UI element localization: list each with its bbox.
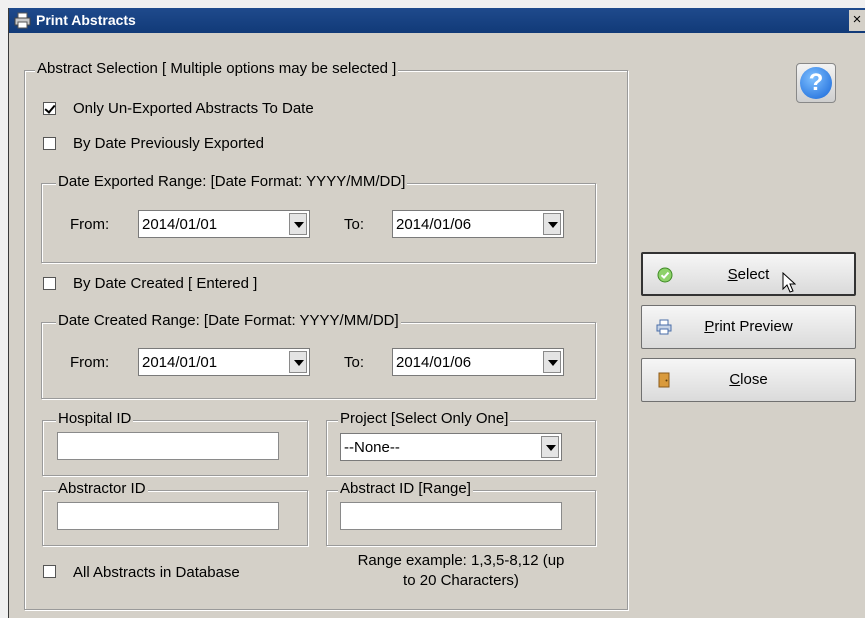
window-title: Print Abstracts: [36, 12, 136, 28]
abstractor-id-legend: Abstractor ID: [56, 480, 148, 497]
select-button-label: Select: [727, 266, 770, 283]
select-button[interactable]: Select: [641, 252, 856, 296]
project-select-value: --None--: [344, 439, 400, 456]
abstract-id-range-legend: Abstract ID [Range]: [338, 480, 473, 497]
all-abstracts-label[interactable]: All Abstracts in Database: [73, 564, 240, 581]
abstract-selection-legend: Abstract Selection [ Multiple options ma…: [35, 60, 399, 77]
title-bar[interactable]: Print Abstracts ×: [9, 8, 865, 33]
print-preview-button-label: Print Preview: [704, 318, 793, 335]
range-example-note: Range example: 1,3,5-8,12 (up to 20 Char…: [319, 551, 603, 591]
exported-to-date-combo[interactable]: 2014/01/06: [392, 210, 564, 238]
help-button[interactable]: ?: [796, 63, 836, 103]
project-legend: Project [Select Only One]: [338, 410, 511, 427]
created-from-value: 2014/01/01: [142, 354, 218, 371]
only-unexported-checkbox[interactable]: [43, 102, 56, 115]
date-exported-range-legend: Date Exported Range: [Date Format: YYYY/…: [56, 173, 408, 190]
abstractor-id-input[interactable]: [57, 502, 279, 530]
range-note-line-1: Range example: 1,3,5-8,12 (up: [357, 552, 565, 569]
exported-from-date-combo[interactable]: 2014/01/01: [138, 210, 310, 238]
exported-from-label: From:: [70, 216, 110, 233]
chevron-down-icon[interactable]: [289, 213, 307, 235]
created-from-date-combo[interactable]: 2014/01/01: [138, 348, 310, 376]
chevron-down-icon[interactable]: [541, 436, 559, 458]
print-abstracts-window: Print Abstracts × Abstract Selection [ M…: [8, 8, 865, 618]
exported-to-value: 2014/01/06: [396, 216, 472, 233]
project-select[interactable]: --None--: [340, 433, 562, 461]
help-icon: ?: [800, 67, 832, 99]
range-note-line-2: to 20 Characters): [403, 572, 519, 589]
chevron-down-icon[interactable]: [543, 213, 561, 235]
created-to-date-combo[interactable]: 2014/01/06: [392, 348, 564, 376]
exported-to-label: To:: [344, 216, 365, 233]
by-date-created-label[interactable]: By Date Created [ Entered ]: [73, 275, 257, 292]
only-unexported-label[interactable]: Only Un-Exported Abstracts To Date: [73, 100, 314, 117]
print-preview-button[interactable]: Print Preview: [641, 305, 856, 349]
by-date-created-checkbox[interactable]: [43, 277, 56, 290]
hospital-id-legend: Hospital ID: [56, 410, 134, 427]
by-date-exported-checkbox[interactable]: [43, 137, 56, 150]
created-to-value: 2014/01/06: [396, 354, 472, 371]
mouse-cursor-icon: [782, 272, 796, 293]
window-close-button[interactable]: ×: [849, 10, 865, 31]
created-from-label: From:: [70, 354, 110, 371]
exported-from-value: 2014/01/01: [142, 216, 218, 233]
chevron-down-icon[interactable]: [543, 351, 561, 373]
printer-icon: [14, 12, 31, 29]
chevron-down-icon[interactable]: [289, 351, 307, 373]
date-created-range-legend: Date Created Range: [Date Format: YYYY/M…: [56, 312, 401, 329]
created-to-label: To:: [344, 354, 365, 371]
close-button-label: Close: [729, 371, 768, 388]
abstract-id-range-input[interactable]: [340, 502, 562, 530]
by-date-exported-label[interactable]: By Date Previously Exported: [73, 135, 264, 152]
close-button[interactable]: Close: [641, 358, 856, 402]
hospital-id-input[interactable]: [57, 432, 279, 460]
all-abstracts-checkbox[interactable]: [43, 565, 56, 578]
